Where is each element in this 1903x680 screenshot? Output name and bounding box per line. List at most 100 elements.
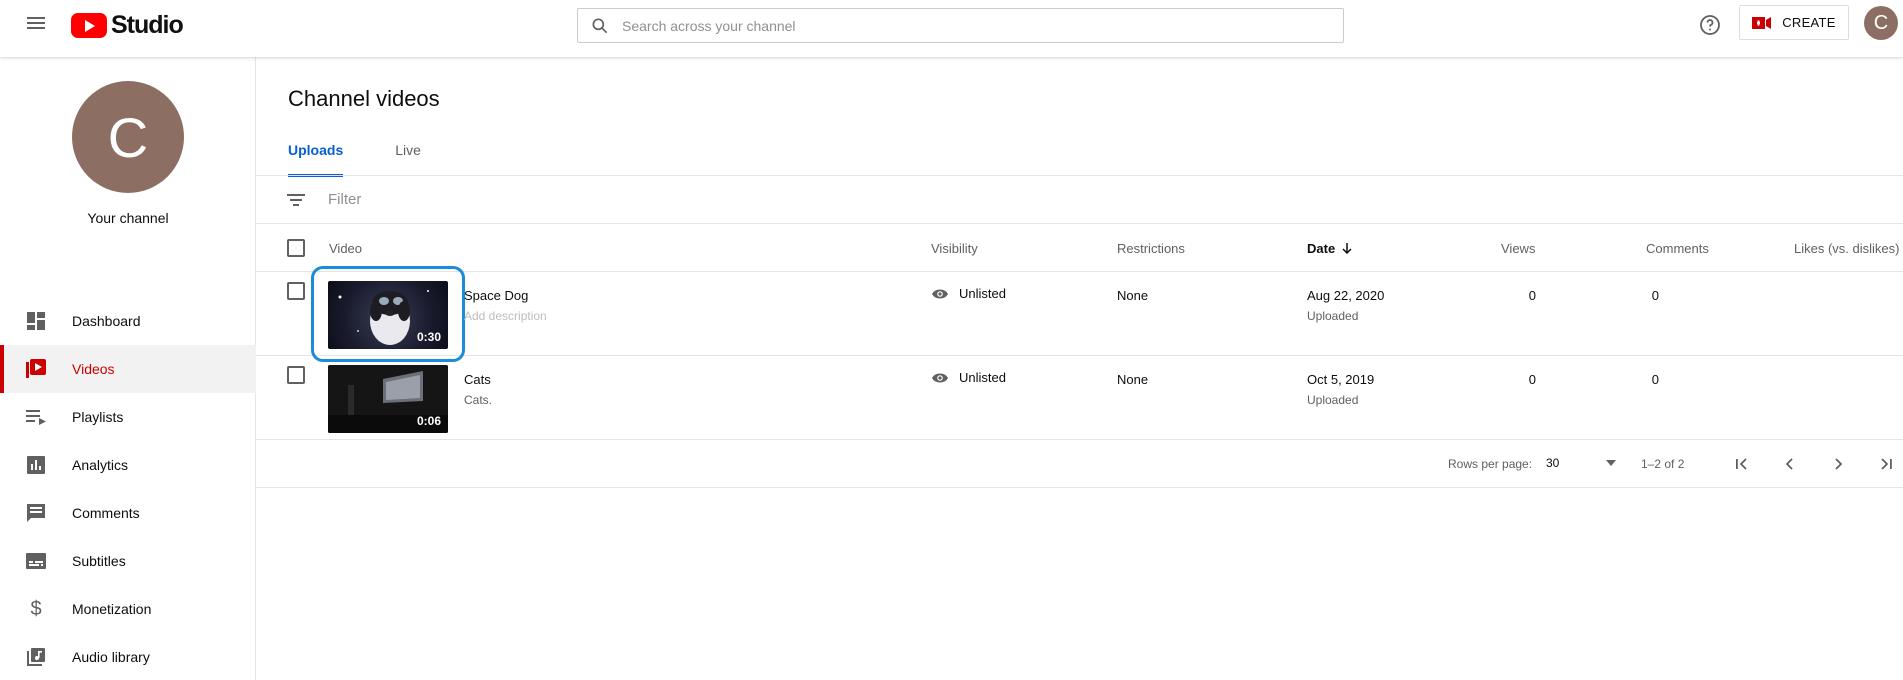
views-cell: 0 (1528, 372, 1536, 387)
first-page-icon (1736, 458, 1747, 470)
dashboard-icon (24, 309, 48, 333)
tab-live[interactable]: Live (395, 142, 421, 176)
sidebar-item-label: Comments (72, 505, 140, 521)
create-button[interactable]: CREATE (1739, 5, 1849, 40)
tab-uploads[interactable]: Uploads (288, 142, 344, 177)
column-header-date-label: Date (1307, 240, 1336, 256)
menu-icon[interactable] (24, 14, 48, 38)
comments-icon (24, 501, 48, 525)
comments-cell: 0 (1651, 288, 1659, 303)
sidebar-item-videos[interactable]: Videos (0, 345, 256, 393)
page-range: 1–2 of 2 (1641, 457, 1685, 471)
rows-per-page-value: 30 (1546, 456, 1560, 470)
last-page-icon (1881, 458, 1892, 470)
column-header-video: Video (329, 240, 363, 256)
comments-cell: 0 (1651, 372, 1659, 387)
channel-label: Your channel (87, 210, 169, 226)
rows-per-page-select[interactable]: 30 (1546, 452, 1616, 474)
column-header-visibility[interactable]: Visibility (931, 224, 978, 272)
sidebar-item-audio-library[interactable]: Audio library (0, 633, 256, 680)
filter-icon[interactable] (284, 188, 308, 212)
video-description[interactable]: Cats. (464, 393, 492, 407)
audio-library-icon (24, 645, 48, 669)
table-header: Video Visibility Restrictions Date Views… (256, 224, 1903, 272)
video-duration: 0:06 (416, 414, 441, 428)
channel-avatar[interactable]: C (72, 81, 184, 193)
sidebar-item-analytics[interactable]: Analytics (0, 441, 256, 489)
sidebar-item-label: Monetization (72, 601, 152, 617)
date-cell: Aug 22, 2020 (1307, 288, 1385, 303)
dollar-icon: $ (30, 597, 42, 620)
date-status: Uploaded (1307, 393, 1359, 407)
table-row[interactable]: 0:06 Cats Cats. Unlisted None Oct 5, 201… (256, 356, 1903, 440)
visibility-cell[interactable]: Unlisted (931, 370, 1006, 385)
help-icon[interactable] (1698, 13, 1722, 37)
sidebar-item-label: Dashboard (72, 313, 141, 329)
videos-icon (24, 357, 48, 381)
date-cell: Oct 5, 2019 (1307, 372, 1375, 387)
filter-bar (256, 176, 1903, 224)
search-input[interactable] (622, 10, 1343, 41)
sort-arrow-down-icon (1342, 243, 1352, 254)
youtube-play-icon (71, 12, 107, 38)
logo-text: Studio (111, 10, 184, 39)
analytics-icon (24, 453, 48, 477)
date-status: Uploaded (1307, 309, 1359, 323)
pagination-bar: Rows per page: 30 1–2 of 2 (256, 440, 1903, 488)
sidebar: C Your channel Dashboard Videos Playlist… (0, 57, 256, 680)
account-avatar[interactable]: C (1864, 6, 1898, 40)
filter-input[interactable] (328, 191, 728, 208)
select-all-checkbox[interactable] (287, 239, 305, 257)
previous-page-button[interactable] (1778, 452, 1802, 476)
column-header-comments[interactable]: Comments (1646, 224, 1709, 272)
row-checkbox[interactable] (287, 366, 305, 384)
video-title[interactable]: Space Dog (464, 288, 528, 303)
thumbnail-highlight (311, 266, 465, 362)
sidebar-item-label: Analytics (72, 457, 129, 473)
sidebar-nav: Dashboard Videos Playlists Analytics Com… (0, 297, 256, 680)
column-header-views[interactable]: Views (1501, 224, 1535, 272)
tab-bar: Uploads Live (288, 142, 473, 177)
video-description[interactable]: Add description (464, 309, 547, 323)
restrictions-cell: None (1117, 372, 1149, 387)
rows-per-page-label: Rows per page: (1448, 457, 1533, 471)
top-app-bar: Studio CREATE C (0, 0, 1903, 57)
last-page-button[interactable] (1874, 452, 1898, 476)
playlists-icon (24, 405, 48, 429)
chevron-left-icon (1785, 458, 1793, 470)
column-header-likes[interactable]: Likes (vs. dislikes) (1794, 224, 1899, 272)
studio-logo[interactable]: Studio (71, 10, 184, 39)
restrictions-cell: None (1117, 288, 1149, 303)
sidebar-item-playlists[interactable]: Playlists (0, 393, 256, 441)
table-row[interactable]: 0:30 Space Dog Add description Unlisted … (256, 266, 1903, 362)
caret-down-icon (1606, 460, 1616, 466)
next-page-button[interactable] (1826, 452, 1850, 476)
video-title[interactable]: Cats (464, 372, 491, 387)
page-title: Channel videos (288, 86, 440, 111)
eye-icon (932, 373, 948, 382)
subtitles-icon (24, 549, 48, 573)
create-label: CREATE (1782, 15, 1836, 30)
first-page-button[interactable] (1730, 452, 1754, 476)
main-content: Channel videos Uploads Live Video Visibi… (256, 57, 1903, 680)
views-cell: 0 (1528, 288, 1536, 303)
eye-icon (932, 289, 948, 298)
sidebar-item-label: Videos (72, 361, 115, 377)
visibility-label: Unlisted (959, 370, 1006, 385)
video-thumbnail[interactable]: 0:06 (328, 365, 448, 433)
sidebar-item-dashboard[interactable]: Dashboard (0, 297, 256, 345)
search-icon (578, 8, 622, 43)
chevron-right-icon (1835, 458, 1843, 470)
likes-cell: – (1896, 288, 1903, 303)
sidebar-item-subtitles[interactable]: Subtitles (0, 537, 256, 585)
visibility-cell[interactable]: Unlisted (931, 286, 1006, 301)
column-header-restrictions[interactable]: Restrictions (1117, 224, 1185, 272)
sidebar-item-label: Audio library (72, 649, 150, 665)
row-checkbox[interactable] (287, 282, 305, 300)
search-box[interactable] (577, 8, 1344, 43)
sidebar-item-comments[interactable]: Comments (0, 489, 256, 537)
sidebar-item-monetization[interactable]: $ Monetization (0, 585, 256, 633)
column-header-date[interactable]: Date (1307, 224, 1353, 272)
video-camera-icon (1752, 16, 1772, 30)
sidebar-item-label: Subtitles (72, 553, 126, 569)
